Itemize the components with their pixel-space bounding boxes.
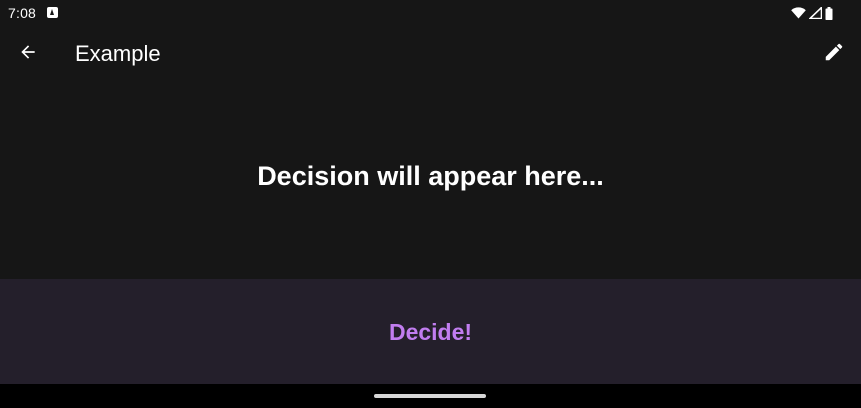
wifi-icon xyxy=(791,7,806,19)
pencil-edit-icon xyxy=(823,41,845,68)
decide-button-label: Decide! xyxy=(388,319,473,345)
decide-button[interactable]: Decide! xyxy=(0,279,861,384)
notification-a-icon xyxy=(47,7,58,18)
back-button[interactable] xyxy=(14,40,42,68)
status-icons xyxy=(791,6,833,20)
page-title: Example xyxy=(75,41,161,66)
status-time: 7:08 xyxy=(8,5,37,21)
app-bar: Example xyxy=(0,28,861,80)
signal-icon xyxy=(809,7,822,19)
battery-icon xyxy=(825,6,833,20)
app-screen: 7:08 Example Decision will appear here..… xyxy=(0,0,861,408)
arrow-back-icon xyxy=(18,42,38,67)
navigation-bar xyxy=(0,384,861,408)
status-bar: 7:08 xyxy=(0,0,861,28)
edit-button[interactable] xyxy=(820,40,848,68)
home-gesture-handle[interactable] xyxy=(374,394,486,398)
decision-area: Decision will appear here... xyxy=(0,80,861,279)
decision-text: Decision will appear here... xyxy=(257,160,604,191)
